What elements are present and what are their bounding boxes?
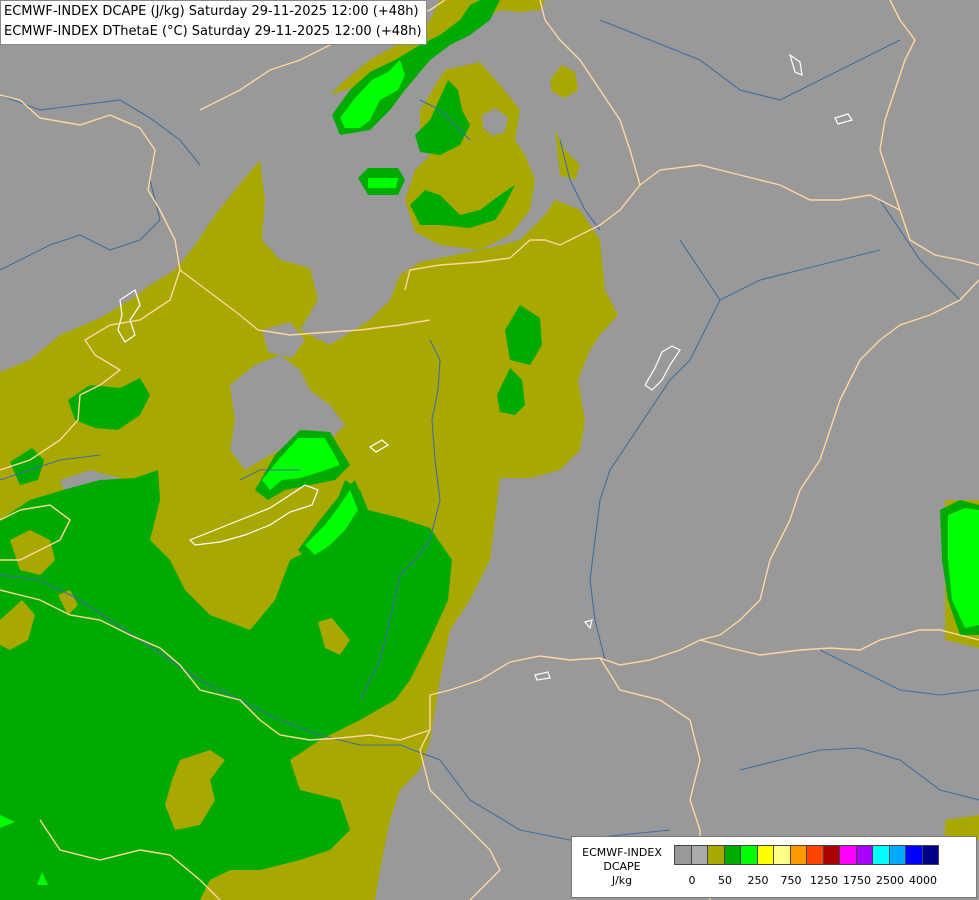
legend-parameter: DCAPE bbox=[603, 860, 641, 873]
legend-ticks: 0 50 250 750 1250 1750 2500 4000 bbox=[674, 874, 974, 888]
dthetae-title: ECMWF-INDEX DThetaE (°C) Saturday 29-11-… bbox=[4, 24, 422, 39]
legend-swatch bbox=[872, 845, 890, 865]
legend-swatches bbox=[674, 845, 939, 866]
legend-title: ECMWF-INDEX DCAPE J/kg bbox=[576, 846, 668, 888]
legend-tick-label: 1750 bbox=[843, 874, 871, 887]
legend-swatch bbox=[707, 845, 725, 865]
map-canvas bbox=[0, 0, 979, 900]
legend-swatch bbox=[905, 845, 923, 865]
legend-swatch bbox=[806, 845, 824, 865]
legend-tick-label: 1250 bbox=[810, 874, 838, 887]
weather-map[interactable]: ECMWF-INDEX DCAPE (J/kg) Saturday 29-11-… bbox=[0, 0, 979, 900]
legend-swatch bbox=[756, 845, 774, 865]
legend-swatch bbox=[690, 845, 708, 865]
legend-swatch bbox=[789, 845, 807, 865]
legend-tick-label: 50 bbox=[718, 874, 732, 887]
legend-tick-label: 750 bbox=[780, 874, 802, 887]
legend-swatch bbox=[674, 845, 692, 865]
legend-swatch bbox=[888, 845, 906, 865]
legend-swatch bbox=[839, 845, 857, 865]
color-legend: ECMWF-INDEX DCAPE J/kg 0 50 250 750 1250 1750… bbox=[571, 836, 977, 898]
legend-tick-label: 4000 bbox=[909, 874, 937, 887]
legend-swatch bbox=[921, 845, 939, 865]
legend-model: ECMWF-INDEX bbox=[582, 846, 662, 859]
legend-swatch bbox=[773, 845, 791, 865]
legend-swatch bbox=[723, 845, 741, 865]
dcape-title: ECMWF-INDEX DCAPE (J/kg) Saturday 29-11-… bbox=[4, 4, 419, 19]
legend-tick-label: 2500 bbox=[876, 874, 904, 887]
legend-tick-label: 0 bbox=[688, 874, 696, 887]
legend-swatch bbox=[740, 845, 758, 865]
map-title-box: ECMWF-INDEX DCAPE (J/kg) Saturday 29-11-… bbox=[0, 0, 427, 45]
legend-swatch bbox=[822, 845, 840, 865]
legend-swatch bbox=[855, 845, 873, 865]
legend-tick-label: 250 bbox=[747, 874, 769, 887]
legend-unit: J/kg bbox=[611, 874, 633, 887]
